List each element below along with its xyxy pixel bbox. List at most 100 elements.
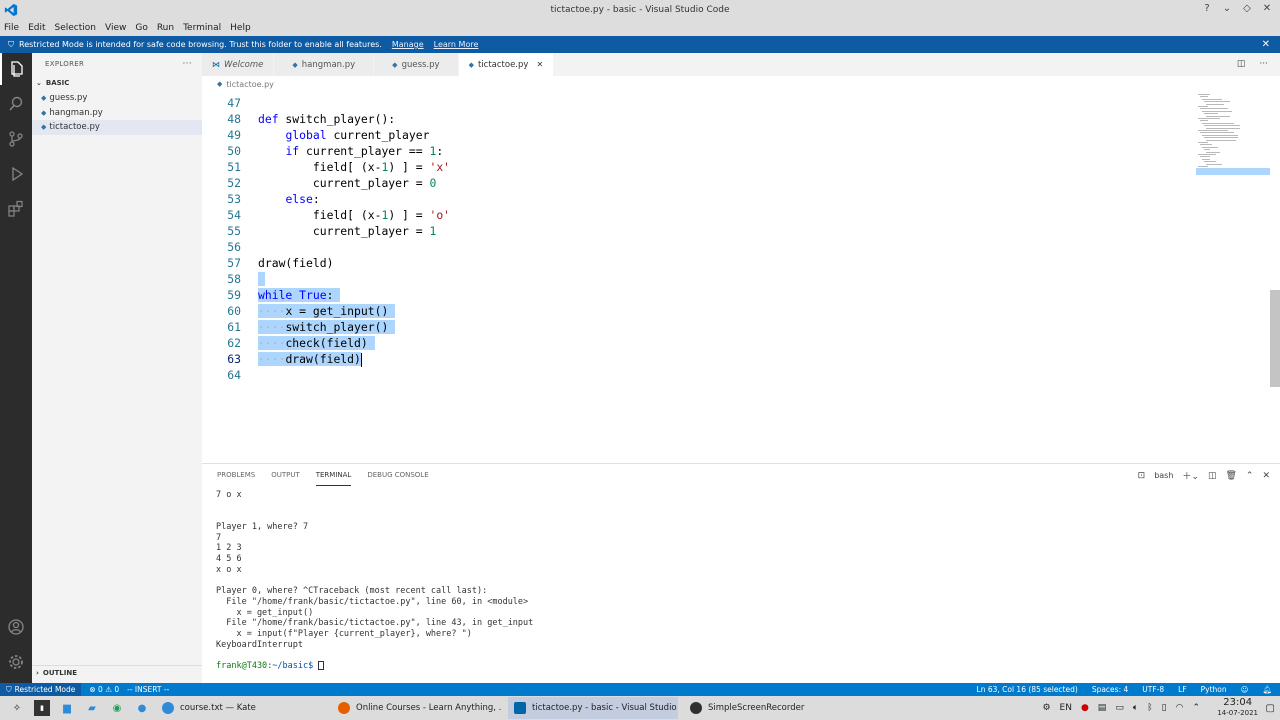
trash-icon[interactable]: 🗑 [1225, 471, 1236, 481]
editor-scrollbar[interactable] [1270, 290, 1280, 387]
terminal-app-icon[interactable]: ▮ [34, 700, 50, 716]
menu-help[interactable]: Help [230, 23, 251, 33]
menu-selection[interactable]: Selection [55, 23, 96, 33]
maximize-icon[interactable]: ◇ [1240, 2, 1254, 16]
line-ending[interactable]: LF [1178, 685, 1187, 694]
language-mode[interactable]: Python [1201, 685, 1227, 694]
tab-guess[interactable]: ◆ guess.py [374, 53, 459, 76]
shell-name[interactable]: bash [1154, 471, 1173, 480]
close-panel-icon[interactable]: ✕ [1262, 471, 1270, 481]
bell-icon[interactable]: 🔔︎ [1262, 685, 1272, 694]
menu-run[interactable]: Run [157, 23, 174, 33]
file-item-hangman[interactable]: ◆ hangman.py [32, 106, 202, 121]
menu-view[interactable]: View [105, 23, 126, 33]
task-kate[interactable]: course.txt — Kate [156, 697, 326, 719]
wifi-icon[interactable]: ◠ [1176, 703, 1184, 713]
source-control-icon[interactable] [0, 123, 32, 155]
battery-icon[interactable]: ▯ [1162, 703, 1167, 713]
keyboard-layout[interactable]: EN [1060, 703, 1072, 713]
minimize-icon[interactable]: ⌄ [1220, 2, 1234, 16]
close-tab-icon[interactable]: ✕ [536, 60, 543, 69]
show-desktop-icon[interactable]: ▢ [1266, 703, 1275, 714]
chevron-up-icon[interactable]: ⌃ [1192, 703, 1200, 713]
search-icon[interactable] [0, 88, 32, 120]
code-line[interactable]: 52 current_player = 0 [202, 175, 1192, 191]
task-vscode[interactable]: tictactoe.py - basic - Visual Studio ... [508, 697, 678, 719]
explorer-icon[interactable] [0, 53, 32, 85]
app-launcher-icon[interactable]: ✧ [9, 700, 25, 716]
split-terminal-icon[interactable]: ◫ [1208, 471, 1217, 481]
account-icon[interactable] [0, 611, 32, 643]
indentation[interactable]: Spaces: 4 [1092, 685, 1128, 694]
record-icon[interactable]: ● [1081, 703, 1089, 713]
code-line[interactable]: 63 ····draw(field) [202, 351, 1192, 367]
code-line[interactable]: 55 current_player = 1 [202, 223, 1192, 239]
code-line[interactable]: 47 [202, 95, 1192, 111]
code-line[interactable]: 60 ····x = get_input() [202, 303, 1192, 319]
code-line[interactable]: 56 [202, 239, 1192, 255]
tab-problems[interactable]: PROBLEMS [217, 464, 255, 486]
tab-debug-console[interactable]: DEBUG CONSOLE [367, 464, 428, 486]
browser-icon[interactable]: ◉ [109, 700, 125, 716]
task-firefox[interactable]: Online Courses - Learn Anything, ... [332, 697, 502, 719]
learn-more-link[interactable]: Learn More [434, 40, 479, 49]
file-item-tictactoe[interactable]: ◆ tictactoe.py [32, 120, 202, 135]
screen-recorder-icon[interactable]: ● [134, 700, 150, 716]
help-icon[interactable]: ? [1200, 2, 1214, 16]
gear-icon[interactable] [0, 646, 32, 678]
account-icon[interactable]: ☺ [1241, 685, 1249, 694]
menu-go[interactable]: Go [135, 23, 147, 33]
display-icon[interactable]: ▭ [1115, 703, 1124, 713]
tab-terminal[interactable]: TERMINAL [315, 464, 352, 486]
code-line[interactable]: 59 while True: [202, 287, 1192, 303]
code-line[interactable]: 48 def switch_player(): [202, 111, 1192, 127]
split-editor-icon[interactable]: ◫ [1237, 59, 1246, 69]
folder-basic[interactable]: ⌄ BASIC [32, 75, 202, 91]
menu-edit[interactable]: Edit [28, 23, 45, 33]
tab-welcome[interactable]: ⋈ Welcome [202, 53, 275, 76]
file-manager-icon[interactable]: ▆ [59, 700, 75, 716]
menu-terminal[interactable]: Terminal [183, 23, 221, 33]
code-line[interactable]: 50 if current_player == 1: [202, 143, 1192, 159]
code-line[interactable]: 64 [202, 367, 1192, 383]
manage-link[interactable]: Manage [392, 40, 424, 49]
clock[interactable]: 23:04 14-07-2021 [1217, 698, 1258, 718]
restricted-mode-badge[interactable]: ⛉ Restricted Mode [0, 683, 82, 696]
code-line[interactable]: 51 field[ (x-1) ] = 'x' [202, 159, 1192, 175]
chevron-up-icon[interactable]: ⌃ [1246, 471, 1254, 481]
minimap[interactable] [1194, 92, 1272, 182]
bluetooth-icon[interactable]: ᛒ [1147, 703, 1152, 713]
file-item-guess[interactable]: ◆ guess.py [32, 91, 202, 106]
code-line[interactable]: 61 ····switch_player() [202, 319, 1192, 335]
code-line[interactable]: 58 [202, 271, 1192, 287]
close-icon[interactable]: ✕ [1260, 2, 1274, 16]
code-line[interactable]: 49 global current_player [202, 127, 1192, 143]
more-actions-icon[interactable]: ··· [1259, 59, 1268, 69]
terminal-prompt[interactable]: frank@T430:~/basic$ [216, 661, 533, 672]
terminal-output[interactable]: 7 o x Player 1, where? 771 2 34 5 6x o x P… [216, 490, 533, 672]
code-line[interactable]: 62 ····check(field) [202, 335, 1192, 351]
extensions-icon[interactable] [0, 193, 32, 225]
code-line[interactable]: 57 draw(field) [202, 255, 1192, 271]
code-line[interactable]: 54 field[ (x-1) ] = 'o' [202, 207, 1192, 223]
run-debug-icon[interactable] [0, 158, 32, 190]
clipboard-icon[interactable]: ▤ [1098, 703, 1107, 713]
close-icon[interactable]: ✕ [1262, 39, 1270, 50]
tab-output[interactable]: OUTPUT [271, 464, 300, 486]
task-screenrecorder[interactable]: SimpleScreenRecorder [684, 697, 854, 719]
menu-file[interactable]: File [4, 23, 19, 33]
code-editor[interactable]: 47 48 def switch_player(): 49 global curren… [202, 92, 1280, 463]
tab-hangman[interactable]: ◆ hangman.py [274, 53, 375, 76]
network-tray-icon[interactable]: ⚙ [1042, 703, 1050, 713]
folder-icon[interactable]: ▰ [84, 700, 100, 716]
code-line[interactable]: 53 else: [202, 191, 1192, 207]
encoding[interactable]: UTF-8 [1142, 685, 1164, 694]
volume-icon[interactable]: 🔈︎ [1133, 703, 1138, 713]
add-terminal-icon[interactable]: ＋⌄ [1182, 469, 1199, 482]
tab-tictactoe[interactable]: ◆ tictactoe.py ✕ [458, 53, 555, 76]
outline-section[interactable]: › OUTLINE [32, 665, 202, 679]
problems-count[interactable]: ⊗ 0 ⚠ 0 [89, 685, 119, 694]
more-actions-icon[interactable]: ··· [183, 59, 192, 69]
cursor-position[interactable]: Ln 63, Col 16 (85 selected) [977, 685, 1078, 694]
breadcrumb-file[interactable]: tictactoe.py [226, 80, 274, 89]
